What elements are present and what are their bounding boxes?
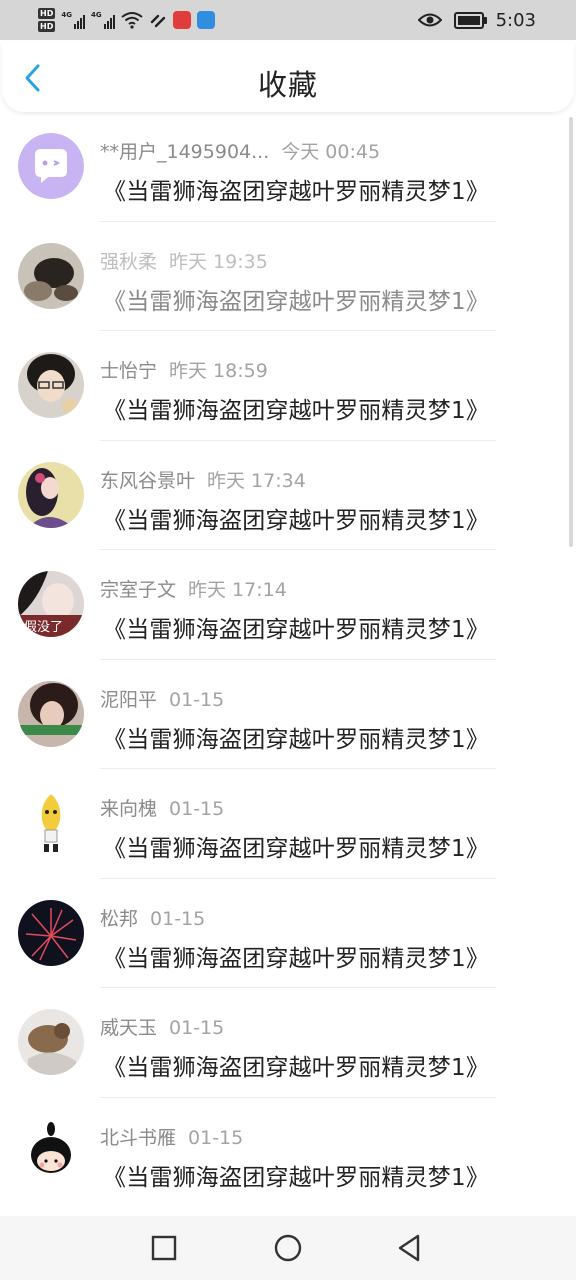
battery-level	[457, 15, 480, 25]
photo-avatar-icon	[18, 461, 84, 528]
item-meta: 宗室子文 昨天 17:14	[100, 575, 287, 602]
story-title[interactable]: 《当雷狮海盗团穿越叶罗丽精灵梦1》	[103, 391, 489, 425]
timestamp: 昨天 17:34	[207, 469, 306, 492]
hd-badges: HD HD	[38, 8, 56, 32]
list-item[interactable]: 强秋柔 昨天 19:35 《当雷狮海盗团穿越叶罗丽精灵梦1》	[0, 222, 576, 331]
avatar[interactable]	[18, 1009, 84, 1075]
timestamp: 01-15	[188, 1126, 244, 1149]
signal-icon-1: 4G	[61, 11, 85, 29]
timestamp: 01-15	[150, 907, 206, 930]
item-meta: 泥阳平 01-15	[100, 685, 224, 712]
username: **用户_1495904...	[100, 141, 270, 163]
timestamp: 昨天 19:35	[169, 250, 268, 273]
favorites-list: **用户_1495904... 今天 00:45 《当雷狮海盗团穿越叶罗丽精灵梦1…	[0, 112, 576, 1216]
fireworks-avatar-icon	[18, 899, 84, 966]
item-meta: 威天玉 01-15	[100, 1013, 224, 1040]
username: 东风谷景叶	[100, 469, 196, 492]
photo-avatar-icon	[18, 242, 84, 309]
wifi-icon	[120, 12, 143, 29]
username: 强秋柔	[100, 250, 158, 273]
avatar[interactable]	[18, 242, 84, 309]
timestamp: 今天 00:45	[281, 141, 381, 163]
username: 宗室子文	[100, 579, 177, 601]
story-title[interactable]: 《当雷狮海盗团穿越叶罗丽精灵梦1》	[103, 829, 489, 863]
red-app-icon	[172, 11, 191, 29]
photo-avatar-icon	[18, 1009, 84, 1075]
avatar[interactable]	[18, 352, 84, 418]
circle-icon[interactable]	[270, 1230, 306, 1266]
timestamp: 昨天 17:14	[188, 579, 287, 601]
hd-badge-bottom: HD	[38, 21, 56, 32]
eye-icon	[417, 13, 442, 27]
item-meta: 东风谷景叶 昨天 17:34	[100, 466, 306, 493]
status-left: HD HD 4G 4G	[38, 4, 215, 36]
network-type-1: 4G	[61, 11, 72, 19]
item-meta: 北斗书雁 01-15	[100, 1123, 243, 1150]
battery-icon	[453, 11, 487, 29]
list-item[interactable]: 威天玉 01-15 《当雷狮海盗团穿越叶罗丽精灵梦1》	[0, 988, 576, 1098]
cartoon-avatar-icon	[18, 790, 84, 856]
photo-avatar-icon	[18, 680, 84, 747]
status-bar: HD HD 4G 4G 5:03	[0, 0, 576, 40]
link-icon	[150, 14, 165, 28]
item-meta: **用户_1495904... 今天 00:45	[100, 137, 380, 164]
story-title[interactable]: 《当雷狮海盗团穿越叶罗丽精灵梦1》	[103, 501, 489, 535]
list-item[interactable]: **用户_1495904... 今天 00:45 《当雷狮海盗团穿越叶罗丽精灵梦1…	[0, 112, 576, 222]
square-icon[interactable]	[146, 1230, 182, 1266]
avatar[interactable]	[18, 133, 84, 199]
timestamp: 昨天 18:59	[169, 360, 268, 382]
clock: 5:03	[495, 9, 536, 31]
item-meta: 来向槐 01-15	[100, 794, 224, 821]
item-meta: 士怡宁 昨天 18:59	[100, 356, 268, 383]
username: 威天玉	[100, 1017, 158, 1039]
avatar[interactable]	[18, 790, 84, 856]
default-avatar-icon	[18, 133, 84, 199]
header: 收藏	[2, 42, 574, 112]
status-right: 5:03	[417, 0, 536, 40]
list-item[interactable]: 松邦 01-15 《当雷狮海盗团穿越叶罗丽精灵梦1》	[0, 879, 576, 988]
username: 北斗书雁	[100, 1126, 177, 1149]
username: 来向槐	[100, 798, 158, 820]
avatar[interactable]	[18, 899, 84, 966]
item-meta: 松邦 01-15	[100, 904, 205, 931]
avatar[interactable]	[18, 461, 84, 528]
hd-badge-top: HD	[38, 8, 56, 19]
story-title[interactable]: 《当雷狮海盗团穿越叶罗丽精灵梦1》	[103, 282, 489, 316]
triangle-back-icon[interactable]	[392, 1230, 428, 1266]
avatar[interactable]: 假没了	[18, 571, 84, 637]
list-item[interactable]: 东风谷景叶 昨天 17:34 《当雷狮海盗团穿越叶罗丽精灵梦1》	[0, 441, 576, 550]
timestamp: 01-15	[169, 688, 225, 711]
cartoon-avatar-icon	[18, 1118, 84, 1185]
list-item[interactable]: 来向槐 01-15 《当雷狮海盗团穿越叶罗丽精灵梦1》	[0, 769, 576, 879]
story-title[interactable]: 《当雷狮海盗团穿越叶罗丽精灵梦1》	[103, 1158, 489, 1192]
avatar[interactable]	[18, 680, 84, 747]
photo-avatar-icon	[18, 352, 84, 418]
username: 松邦	[100, 907, 139, 930]
username: 泥阳平	[100, 688, 158, 711]
list-item[interactable]: 北斗书雁 01-15 《当雷狮海盗团穿越叶罗丽精灵梦1》	[0, 1098, 576, 1208]
list-item[interactable]: 泥阳平 01-15 《当雷狮海盗团穿越叶罗丽精灵梦1》	[0, 660, 576, 769]
timestamp: 01-15	[169, 1017, 225, 1039]
story-title[interactable]: 《当雷狮海盗团穿越叶罗丽精灵梦1》	[103, 939, 489, 973]
blue-app-icon	[196, 11, 215, 29]
page-title: 收藏	[257, 68, 318, 102]
username: 士怡宁	[100, 360, 158, 382]
story-title[interactable]: 《当雷狮海盗团穿越叶罗丽精灵梦1》	[103, 720, 489, 754]
avatar-caption: 假没了	[24, 620, 63, 635]
avatar[interactable]	[18, 1118, 84, 1185]
story-title[interactable]: 《当雷狮海盗团穿越叶罗丽精灵梦1》	[103, 610, 489, 644]
list-item[interactable]: 假没了 宗室子文 昨天 17:14 《当雷狮海盗团穿越叶罗丽精灵梦1》	[0, 550, 576, 660]
timestamp: 01-15	[169, 798, 225, 820]
signal-icon-2: 4G	[91, 11, 115, 29]
item-meta: 强秋柔 昨天 19:35	[100, 247, 268, 274]
story-title[interactable]: 《当雷狮海盗团穿越叶罗丽精灵梦1》	[103, 1048, 489, 1082]
photo-avatar-icon: 假没了	[18, 571, 84, 637]
network-type-2: 4G	[90, 11, 102, 19]
list-item[interactable]: 士怡宁 昨天 18:59 《当雷狮海盗团穿越叶罗丽精灵梦1》	[0, 331, 576, 441]
story-title[interactable]: 《当雷狮海盗团穿越叶罗丽精灵梦1》	[103, 172, 489, 206]
navigation-bar	[0, 1216, 576, 1280]
